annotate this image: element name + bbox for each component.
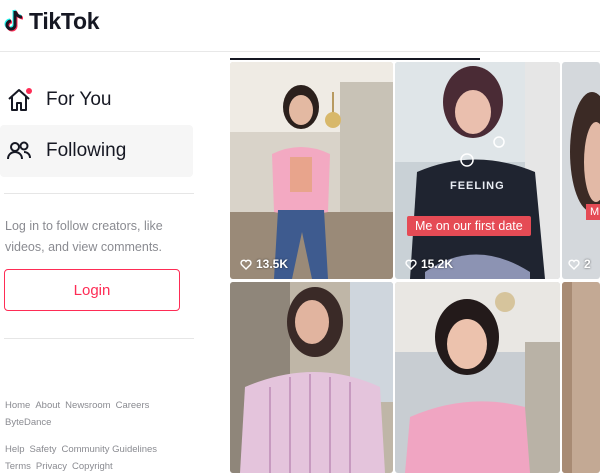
- video-caption: M: [586, 204, 600, 220]
- video-card[interactable]: 13.5K: [230, 62, 393, 279]
- footer-link-newsroom[interactable]: Newsroom: [65, 397, 110, 414]
- footer-link-about[interactable]: About: [35, 397, 60, 414]
- video-thumbnail: [562, 62, 600, 279]
- brand-name: TikTok: [29, 8, 100, 34]
- footer-link-privacy[interactable]: Privacy: [36, 458, 67, 473]
- video-card[interactable]: FEELING Me on our first date 15.2K: [395, 62, 560, 279]
- footer-links-row-1: Home About Newsroom Careers ByteDance: [5, 397, 195, 431]
- sidebar-item-label: Following: [46, 140, 127, 161]
- video-thumbnail: [230, 62, 393, 279]
- video-card[interactable]: [230, 282, 393, 473]
- video-thumbnail: [395, 282, 560, 473]
- divider: [4, 193, 194, 194]
- shirt-print-text: FEELING: [450, 180, 505, 192]
- top-header: TikTok: [0, 0, 600, 52]
- view-count-value: 2: [584, 257, 591, 271]
- video-card[interactable]: M 2: [562, 62, 600, 279]
- login-prompt-text: Log in to follow creators, like videos, …: [5, 219, 163, 254]
- footer-link-terms[interactable]: Terms: [5, 458, 31, 473]
- home-icon: [8, 88, 32, 111]
- notification-dot: [26, 88, 32, 94]
- footer-links-row-2: Help Safety Community Guidelines: [5, 441, 195, 458]
- tiktok-logo-icon: [4, 9, 24, 31]
- footer-link-safety[interactable]: Safety: [30, 441, 57, 458]
- sidebar: For You Following Log in to follow creat…: [0, 53, 200, 473]
- footer-links-row-3: Terms Privacy Copyright: [5, 458, 195, 473]
- people-icon: [7, 141, 31, 160]
- video-thumbnail: [562, 282, 600, 473]
- tiktok-logo[interactable]: TikTok: [3, 8, 100, 35]
- footer-link-home[interactable]: Home: [5, 397, 30, 414]
- video-grid: 13.5K FEELING Me on our first date 15.2K: [230, 62, 600, 473]
- footer-link-careers[interactable]: Careers: [116, 397, 150, 414]
- sidebar-item-following[interactable]: Following: [0, 125, 193, 177]
- footer-link-help[interactable]: Help: [5, 441, 25, 458]
- video-thumbnail: [230, 282, 393, 473]
- footer-link-community-guidelines[interactable]: Community Guidelines: [61, 441, 157, 458]
- divider: [4, 338, 194, 339]
- login-button[interactable]: Login: [4, 269, 180, 311]
- sidebar-item-for-you[interactable]: For You: [0, 74, 193, 126]
- heart-icon: [405, 259, 417, 270]
- view-count: 13.5K: [240, 257, 288, 271]
- view-count-value: 13.5K: [256, 257, 289, 271]
- heart-icon: [240, 259, 252, 270]
- sidebar-item-label: For You: [46, 89, 112, 110]
- active-tab-indicator: [230, 58, 480, 60]
- view-count: 2: [568, 257, 591, 271]
- video-card[interactable]: [395, 282, 560, 473]
- view-count: 15.2K: [405, 257, 453, 271]
- video-caption: Me on our first date: [407, 216, 531, 236]
- footer-link-bytedance[interactable]: ByteDance: [5, 414, 51, 431]
- video-thumbnail: [395, 62, 560, 279]
- video-card[interactable]: [562, 282, 600, 473]
- footer-link-copyright[interactable]: Copyright: [72, 458, 113, 473]
- heart-icon: [568, 259, 580, 270]
- view-count-value: 15.2K: [421, 257, 454, 271]
